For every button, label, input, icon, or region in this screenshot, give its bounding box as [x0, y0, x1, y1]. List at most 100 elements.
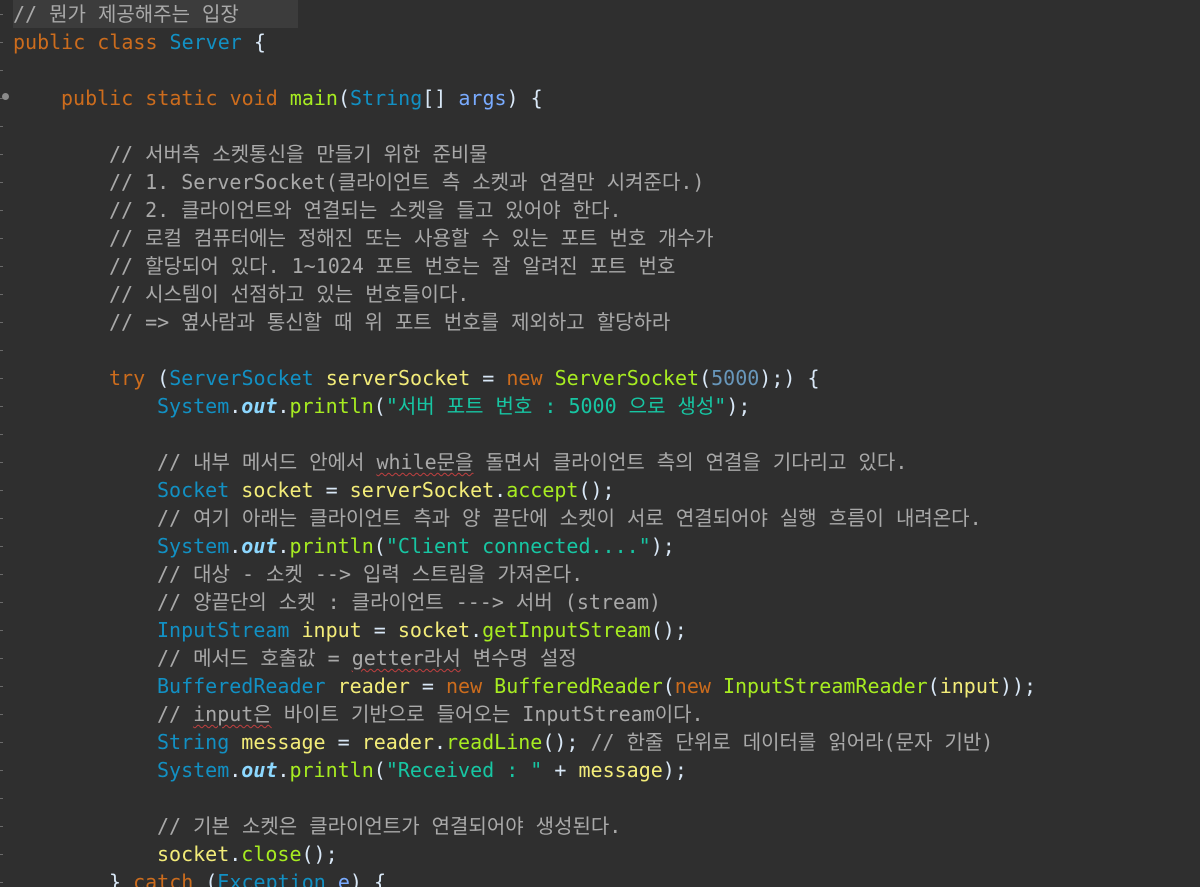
code-token: public static void: [61, 86, 290, 110]
code-token: socket: [241, 478, 314, 502]
code-line[interactable]: InputStream input = socket.getInputStrea…: [13, 616, 687, 644]
gutter-tick: [0, 798, 3, 799]
code-token: .: [277, 394, 290, 418]
code-token: // 뭔가 제공해주는 입장: [13, 2, 239, 26]
code-token: =: [409, 674, 446, 698]
code-token: // 1. ServerSocket(클라이언트 측 소켓과 연결만 시켜준다.…: [109, 170, 705, 194]
code-token: =: [325, 730, 362, 754]
code-line[interactable]: // 대상 - 소켓 --> 입력 스트림을 가져온다.: [13, 560, 583, 588]
gutter-tick: [0, 406, 3, 407]
code-token: // 2. 클라이언트와 연결되는 소켓을 들고 있어야 한다.: [109, 198, 622, 222]
gutter-tick: [0, 238, 3, 239]
code-token: // => 옆사람과 통신할 때 위 포트 번호를 제외하고 할당하라: [109, 310, 671, 334]
code-token: catch: [133, 870, 194, 887]
code-token: .: [229, 758, 242, 782]
code-editor[interactable]: // 뭔가 제공해주는 입장 public class Server {publi…: [0, 0, 1200, 887]
code-area[interactable]: // 뭔가 제공해주는 입장 public class Server {publi…: [13, 0, 1200, 887]
code-token: ();: [301, 842, 338, 866]
code-token: 돌면서 클라이언트 측의 연결을 기다리고 있다.: [473, 450, 908, 474]
editor-gutter: [0, 0, 9, 887]
code-token: println: [289, 758, 374, 782]
code-line[interactable]: // 로컬 컴퓨터에는 정해진 또는 사용할 수 있는 포트 번호 개수가: [13, 224, 714, 252]
code-token: );: [650, 534, 675, 558]
code-line[interactable]: // 양끝단의 소켓 : 클라이언트 ---> 서버 (stream): [13, 588, 661, 616]
gutter-tick: [0, 14, 3, 15]
code-line[interactable]: // 서버측 소켓통신을 만들기 위한 준비물: [13, 140, 488, 168]
gutter-tick: [0, 630, 3, 631]
code-token: System: [157, 534, 230, 558]
code-token: "Received : ": [385, 758, 543, 782]
code-line[interactable]: System.out.println("서버 포트 번호 : 5000 으로 생…: [13, 392, 750, 420]
code-token: System: [157, 394, 230, 418]
code-token: input: [301, 618, 362, 642]
code-token: new: [446, 674, 495, 698]
code-token: reader: [337, 674, 410, 698]
code-token: =: [361, 618, 398, 642]
gutter-tick: [0, 154, 3, 155]
gutter-tick: [0, 714, 3, 715]
code-line[interactable]: public class Server {: [13, 28, 266, 56]
gutter-tick: [0, 294, 3, 295]
code-token: out: [241, 534, 278, 558]
gutter-tick: [0, 126, 3, 127]
code-token: =: [313, 478, 350, 502]
code-line[interactable]: try (ServerSocket serverSocket = new Ser…: [13, 364, 820, 392]
code-line[interactable]: // 1. ServerSocket(클라이언트 측 소켓과 연결만 시켜준다.…: [13, 168, 704, 196]
code-token: =: [470, 366, 507, 390]
gutter-tick: [0, 518, 3, 519]
code-token: // 기본 소켓은 클라이언트가 연결되어야 생성된다.: [157, 814, 622, 838]
code-token: String: [350, 86, 423, 110]
code-line[interactable]: // 기본 소켓은 클라이언트가 연결되어야 생성된다.: [13, 812, 621, 840]
code-token: String: [157, 730, 230, 754]
code-line[interactable]: // input은 바이트 기반으로 들어오는 InputStream이다.: [13, 700, 704, 728]
code-line[interactable]: // 2. 클라이언트와 연결되는 소켓을 들고 있어야 한다.: [13, 196, 622, 224]
code-token: out: [241, 758, 278, 782]
code-token: (: [373, 394, 386, 418]
gutter-tick: [0, 182, 3, 183]
code-line[interactable]: // 시스템이 선점하고 있는 번호들이다.: [13, 280, 469, 308]
code-line[interactable]: String message = reader.readLine(); // 한…: [13, 728, 993, 756]
code-token: ServerSocket: [169, 366, 314, 390]
gutter-tick: [0, 546, 3, 547]
code-line[interactable]: System.out.println("Received : " + messa…: [13, 756, 687, 784]
code-token: public class: [13, 30, 170, 54]
code-line[interactable]: System.out.println("Client connected....…: [13, 532, 675, 560]
code-line[interactable]: // 여기 아래는 클라이언트 측과 양 끝단에 소켓이 서로 연결되어야 실행…: [13, 504, 982, 532]
code-line[interactable]: } catch (Exception e) {: [13, 868, 386, 887]
code-line[interactable]: Socket socket = serverSocket.accept();: [13, 476, 615, 504]
code-line[interactable]: BufferedReader reader = new BufferedRead…: [13, 672, 1036, 700]
code-token: }: [109, 870, 134, 887]
fold-marker-icon[interactable]: [2, 93, 9, 100]
code-line[interactable]: // 메서드 호출값 = getter라서 변수명 설정: [13, 644, 577, 672]
gutter-tick: [0, 350, 3, 351]
gutter-tick: [0, 378, 3, 379]
code-token: .: [229, 394, 242, 418]
code-token: {: [241, 30, 266, 54]
code-token: // 서버측 소켓통신을 만들기 위한 준비물: [109, 142, 488, 166]
code-token: BufferedReader: [157, 674, 326, 698]
code-line[interactable]: socket.close();: [13, 840, 338, 868]
code-token: getInputStream: [482, 618, 651, 642]
code-token: ();: [578, 478, 615, 502]
code-token: .: [277, 534, 290, 558]
code-token: (: [193, 870, 218, 887]
code-line[interactable]: // 내부 메서드 안에서 while문을 돌면서 클라이언트 측의 연결을 기…: [13, 448, 907, 476]
code-line[interactable]: public static void main(String[] args) {: [13, 84, 543, 112]
code-token: ();: [650, 618, 687, 642]
code-token: e: [337, 870, 350, 887]
code-token: .: [494, 478, 507, 502]
code-token: ));: [999, 674, 1037, 698]
gutter-tick: [0, 574, 3, 575]
gutter-tick: [0, 686, 3, 687]
code-line[interactable]: // => 옆사람과 통신할 때 위 포트 번호를 제외하고 할당하라: [13, 308, 670, 336]
code-token: socket: [397, 618, 471, 642]
code-line[interactable]: // 뭔가 제공해주는 입장: [13, 0, 298, 28]
gutter-tick: [0, 854, 3, 855]
code-token: );: [662, 758, 687, 782]
code-line[interactable]: // 할당되어 있다. 1~1024 포트 번호는 잘 알려진 포트 번호: [13, 252, 675, 280]
code-token: []: [422, 86, 459, 110]
gutter-tick: [0, 322, 3, 323]
